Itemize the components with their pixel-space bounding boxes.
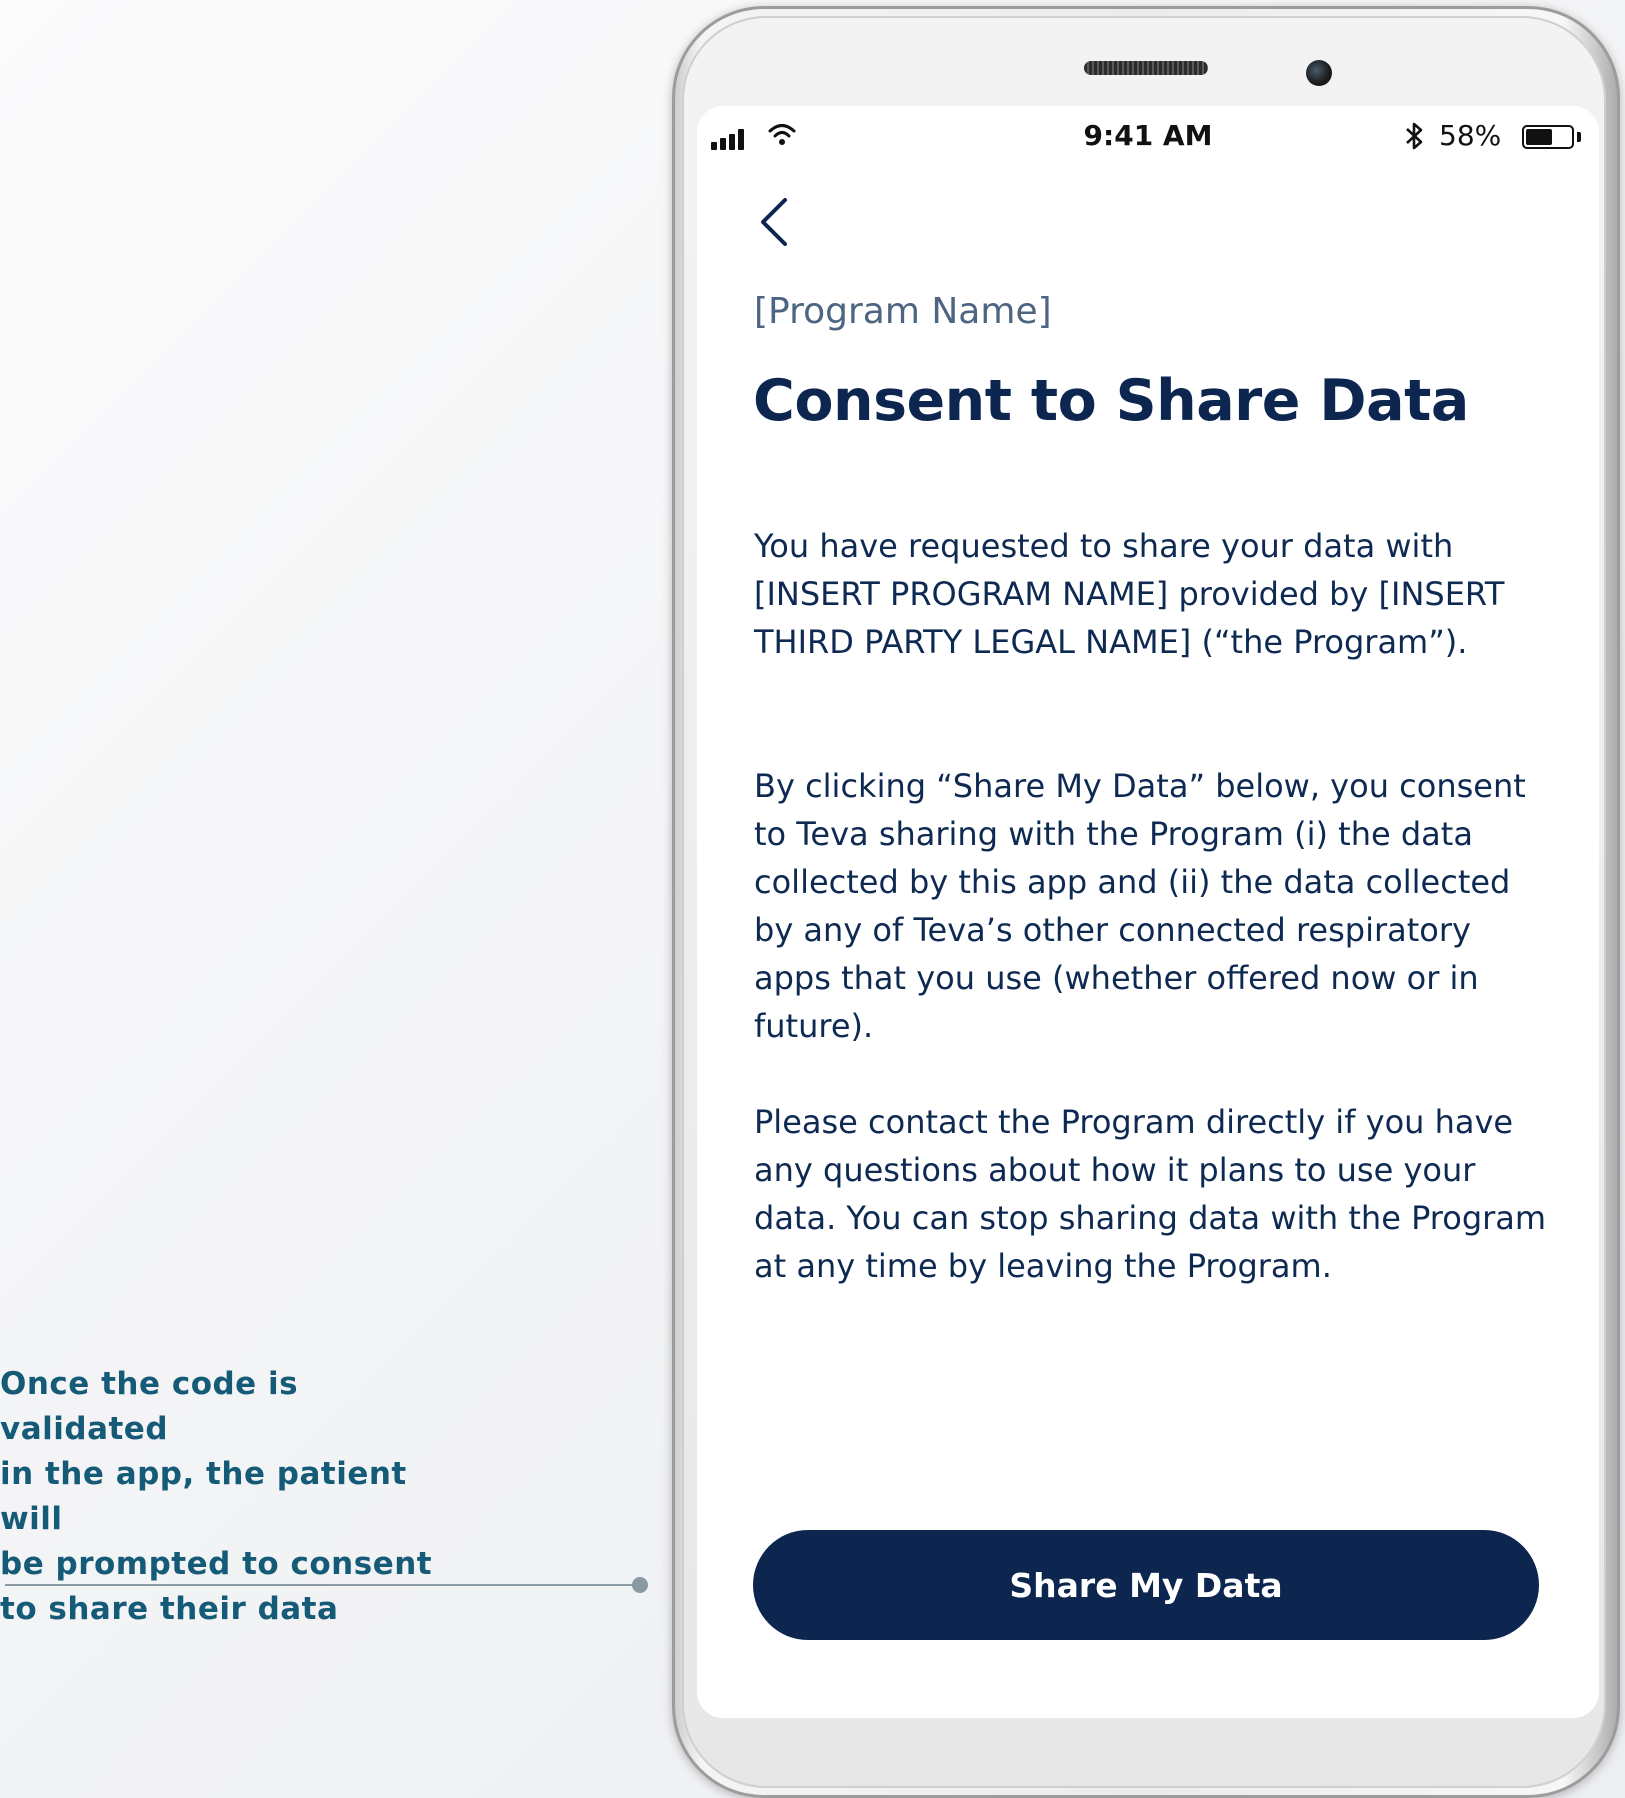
- share-my-data-button[interactable]: Share My Data: [753, 1530, 1539, 1640]
- status-bar: 9:41 AM 58%: [697, 106, 1599, 176]
- speaker-grille: [1084, 61, 1208, 75]
- annotation-text: Once the code is validated in the app, t…: [0, 1366, 433, 1627]
- callout-dot: [632, 1577, 648, 1593]
- consent-paragraph-2: By clicking “Share My Data” below, you c…: [754, 767, 1526, 1045]
- phone-screen: 9:41 AM 58% [Program Name] Consent to Sh…: [697, 106, 1599, 1718]
- back-chevron-icon: [761, 198, 787, 246]
- consent-paragraph-3: Please contact the Program directly if y…: [754, 1103, 1547, 1285]
- front-camera: [1306, 60, 1332, 86]
- bluetooth-icon: [1406, 122, 1423, 150]
- consent-paragraph-1: You have requested to share your data wi…: [754, 527, 1505, 661]
- phone-frame: 9:41 AM 58% [Program Name] Consent to Sh…: [672, 6, 1620, 1798]
- back-button[interactable]: [755, 194, 795, 250]
- callout-line: [5, 1584, 641, 1586]
- battery-percent: 58%: [1439, 119, 1502, 152]
- page-title: Consent to Share Data: [753, 368, 1469, 434]
- battery-level: [1526, 129, 1552, 145]
- battery-icon: [1522, 125, 1574, 149]
- program-name: [Program Name]: [754, 291, 1052, 332]
- battery-nub: [1577, 132, 1581, 142]
